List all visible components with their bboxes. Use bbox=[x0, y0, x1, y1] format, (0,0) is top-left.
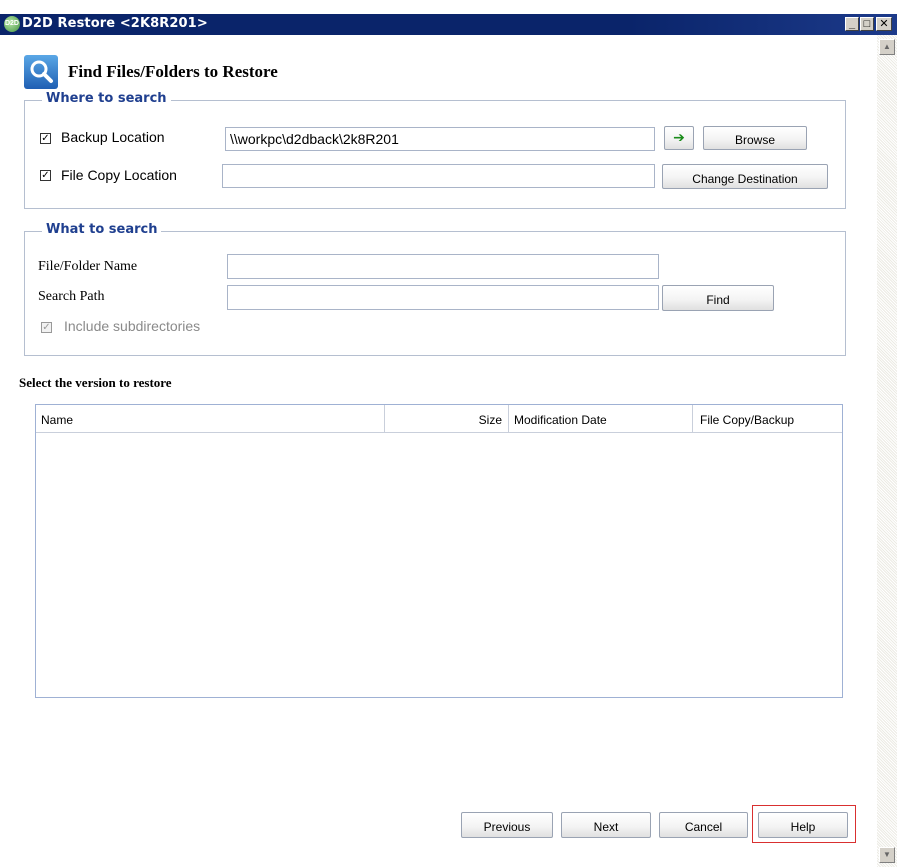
next-button[interactable]: Next bbox=[561, 812, 651, 838]
where-to-search-group bbox=[24, 100, 846, 209]
previous-button[interactable]: Previous bbox=[461, 812, 553, 838]
backup-location-input[interactable]: \\workpc\d2dback\2k8R201 bbox=[225, 127, 655, 151]
file-folder-name-input[interactable] bbox=[227, 254, 659, 279]
find-button[interactable]: Find bbox=[662, 285, 774, 311]
include-subdirectories-label: Include subdirectories bbox=[64, 318, 201, 334]
what-to-search-legend: What to search bbox=[42, 222, 162, 237]
search-path-label: Search Path bbox=[38, 289, 105, 304]
file-folder-name-label: File/Folder Name bbox=[38, 259, 138, 274]
column-header-name[interactable]: Name bbox=[36, 405, 385, 432]
minimize-icon[interactable]: _ bbox=[845, 17, 859, 31]
results-table[interactable]: Name Size Modification Date File Copy/Ba… bbox=[35, 404, 843, 698]
help-highlight-frame bbox=[752, 805, 856, 843]
window-title: D2D Restore <2K8R201> bbox=[22, 16, 208, 31]
file-copy-location-checkbox[interactable]: ✓ bbox=[40, 170, 51, 181]
cancel-button[interactable]: Cancel bbox=[659, 812, 748, 838]
search-path-input[interactable] bbox=[227, 285, 659, 310]
app-icon: D2D bbox=[4, 16, 20, 32]
browse-button[interactable]: Browse bbox=[703, 126, 807, 150]
table-header: Name Size Modification Date File Copy/Ba… bbox=[36, 405, 842, 433]
window-title-bar[interactable]: D2D D2D Restore <2K8R201> _ □ ✕ bbox=[0, 14, 897, 35]
maximize-icon[interactable]: □ bbox=[860, 17, 874, 31]
change-destination-button[interactable]: Change Destination bbox=[662, 164, 828, 189]
scroll-down-icon[interactable]: ▼ bbox=[879, 847, 895, 863]
close-icon[interactable]: ✕ bbox=[876, 17, 892, 31]
column-header-modification-date[interactable]: Modification Date bbox=[509, 405, 693, 432]
file-copy-location-input[interactable] bbox=[222, 164, 655, 188]
backup-location-label: Backup Location bbox=[61, 129, 165, 145]
column-header-file-copy-backup[interactable]: File Copy/Backup bbox=[693, 405, 842, 432]
page-title: Find Files/Folders to Restore bbox=[68, 62, 278, 81]
where-to-search-legend: Where to search bbox=[42, 91, 171, 106]
magnifier-icon bbox=[24, 55, 58, 89]
green-arrow-icon[interactable]: ➔ bbox=[664, 126, 694, 150]
file-copy-location-label: File Copy Location bbox=[61, 167, 177, 183]
backup-location-checkbox[interactable]: ✓ bbox=[40, 133, 51, 144]
column-header-size[interactable]: Size bbox=[385, 405, 509, 432]
scroll-up-icon[interactable]: ▲ bbox=[879, 39, 895, 55]
vertical-scrollbar[interactable]: ▲ ▼ bbox=[877, 35, 897, 867]
section-title: Select the version to restore bbox=[19, 375, 172, 390]
include-subdirectories-checkbox[interactable]: ✓ bbox=[41, 322, 52, 333]
